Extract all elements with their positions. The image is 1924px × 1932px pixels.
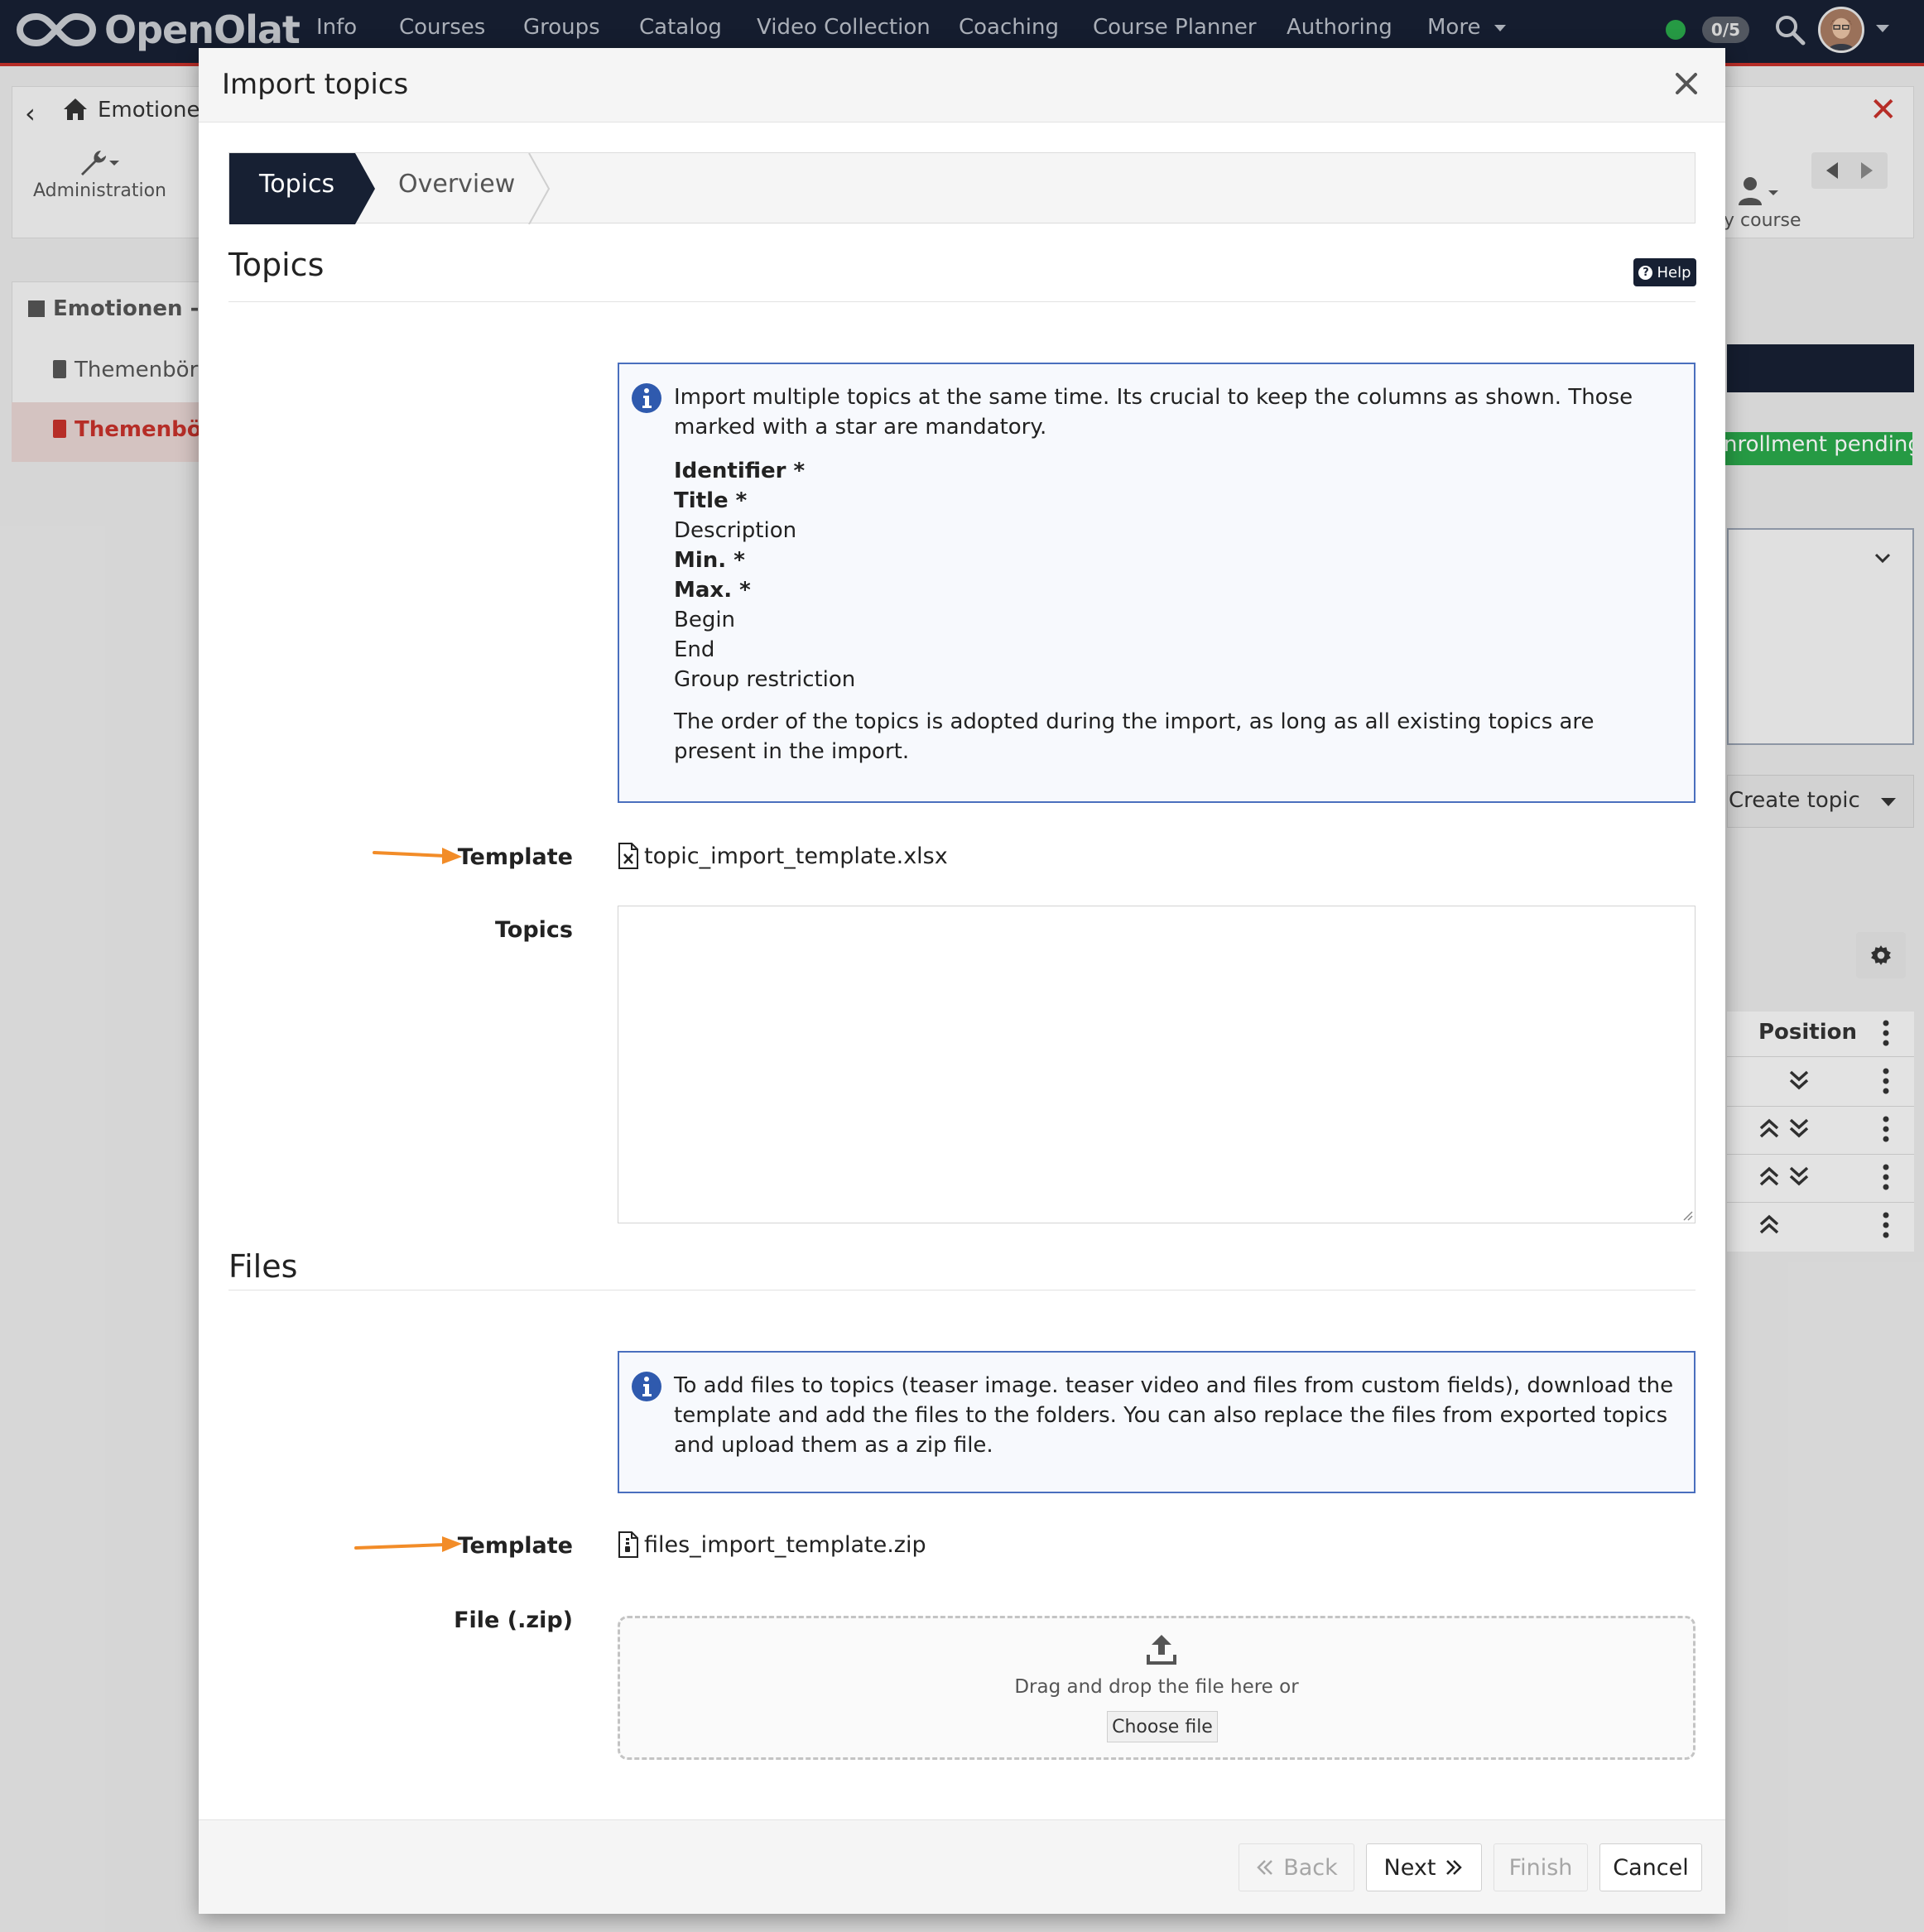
file-dropzone[interactable]: Drag and drop the file here or Choose fi…: [618, 1616, 1696, 1760]
info-icon: [632, 383, 661, 413]
topics-info-box: Import multiple topics at the same time.…: [618, 363, 1696, 803]
files-info-box: To add files to topics (teaser image. te…: [618, 1351, 1696, 1493]
next-label: Next: [1383, 1854, 1436, 1881]
import-topics-dialog: Import topics Topics Overview Topics ? H…: [199, 48, 1725, 1914]
close-icon[interactable]: [1672, 70, 1700, 98]
files-info-text: To add files to topics (teaser image. te…: [674, 1373, 1674, 1458]
field-identifier: Identifier *: [674, 459, 806, 483]
resize-grip-icon[interactable]: [1680, 1208, 1693, 1221]
dialog-title: Import topics: [222, 68, 409, 101]
next-button[interactable]: Next: [1366, 1843, 1482, 1891]
double-chevron-right-icon: [1446, 1860, 1463, 1875]
topic-template-download-link[interactable]: topic_import_template.xlsx: [618, 843, 948, 869]
back-button[interactable]: Back: [1239, 1843, 1354, 1891]
topic-template-filename: topic_import_template.xlsx: [644, 843, 948, 869]
question-icon: ?: [1638, 265, 1653, 280]
topics-info-intro: Import multiple topics at the same time.…: [674, 385, 1633, 440]
dropzone-text: Drag and drop the file here or: [1014, 1676, 1299, 1698]
topics-field-label: Topics: [494, 917, 573, 943]
help-button[interactable]: ? Help: [1633, 258, 1696, 286]
topics-info-outro: The order of the topics is adopted durin…: [674, 709, 1595, 764]
step-overview[interactable]: Overview: [398, 170, 515, 199]
cancel-label: Cancel: [1613, 1854, 1689, 1881]
finish-label: Finish: [1508, 1854, 1573, 1881]
field-max: Max. *: [674, 578, 751, 603]
double-chevron-left-icon: [1257, 1860, 1273, 1875]
step-overview-shape: [528, 153, 551, 224]
zip-file-icon: [618, 1531, 638, 1558]
info-icon: [632, 1372, 661, 1401]
topics-template-label: Template: [457, 844, 573, 870]
help-label: Help: [1657, 263, 1691, 281]
field-min: Min. *: [674, 548, 745, 573]
section-divider: [228, 301, 1696, 302]
files-section-title: Files: [228, 1248, 298, 1285]
upload-icon: [1147, 1635, 1176, 1665]
step-topics[interactable]: Topics: [259, 170, 334, 199]
wizard-steps: Topics Overview: [228, 152, 1696, 224]
zip-file-label: File (.zip): [454, 1608, 573, 1633]
field-end: End: [674, 637, 715, 662]
cancel-button[interactable]: Cancel: [1599, 1843, 1702, 1891]
field-group-restriction: Group restriction: [674, 667, 856, 692]
choose-file-button[interactable]: Choose file: [1107, 1711, 1218, 1742]
excel-file-icon: [618, 843, 638, 869]
finish-button[interactable]: Finish: [1494, 1843, 1588, 1891]
dialog-header: Import topics: [199, 48, 1725, 123]
dialog-footer: Back Next Finish Cancel: [199, 1819, 1725, 1914]
back-label: Back: [1283, 1854, 1338, 1881]
topics-textarea[interactable]: [618, 906, 1696, 1223]
field-title: Title *: [674, 488, 748, 513]
files-template-filename: files_import_template.zip: [644, 1531, 926, 1558]
field-begin: Begin: [674, 608, 736, 632]
files-template-label: Template: [457, 1533, 573, 1559]
topics-section-title: Topics: [228, 247, 325, 283]
files-template-download-link[interactable]: files_import_template.zip: [618, 1531, 926, 1558]
field-description: Description: [674, 518, 797, 543]
